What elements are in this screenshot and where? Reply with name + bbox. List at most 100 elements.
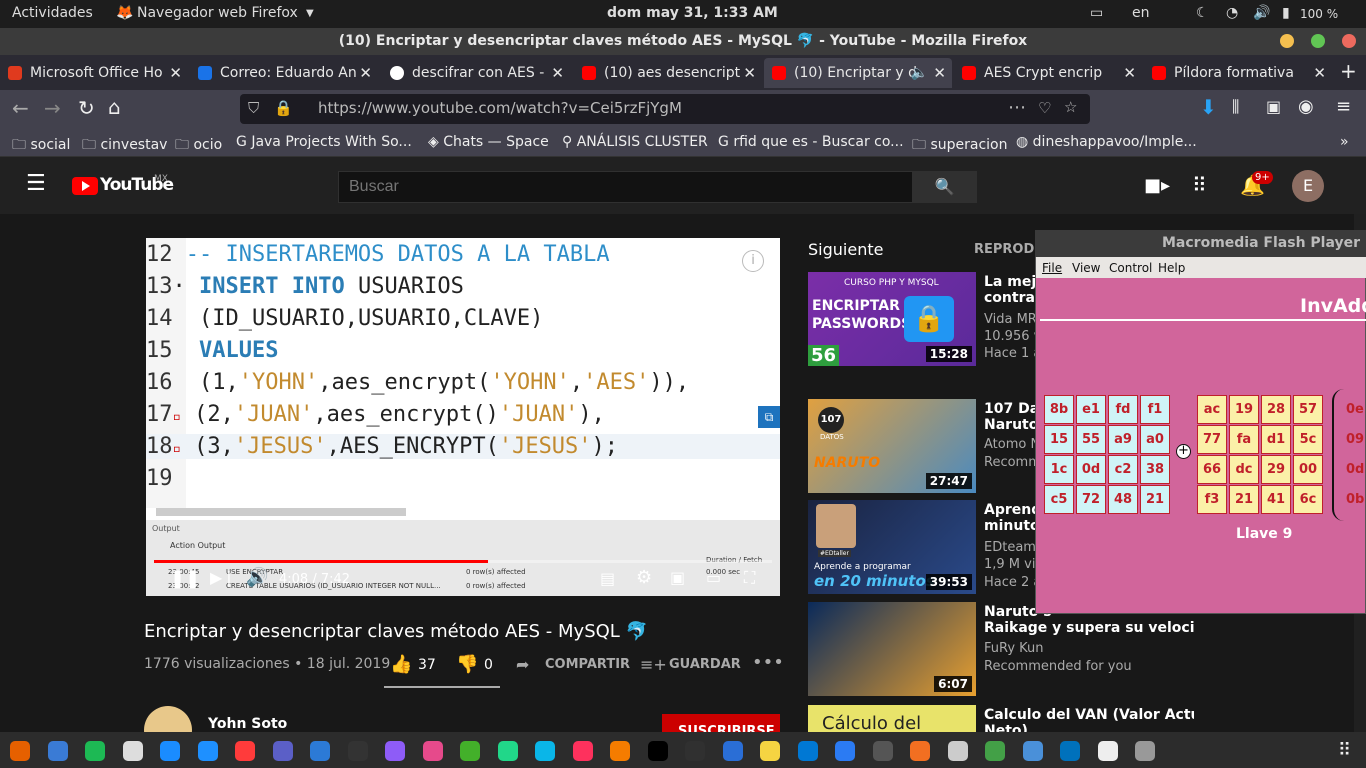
screen-recorder-icon[interactable] xyxy=(235,741,255,761)
close-icon[interactable]: ✕ xyxy=(933,58,946,88)
document-icon[interactable] xyxy=(1060,741,1080,761)
battery-label[interactable]: 100 % xyxy=(1300,7,1338,21)
like-icon[interactable]: 👍 xyxy=(390,654,412,675)
url-bar[interactable]: ⛉ 🔒 https://www.youtube.com/watch?v=Cei5… xyxy=(240,94,1090,124)
bookmark-ocio[interactable]: 🗀 ocio xyxy=(175,134,222,158)
pycharm-icon[interactable] xyxy=(497,741,518,761)
trash-icon[interactable] xyxy=(1135,741,1155,761)
code-scrollbar[interactable] xyxy=(156,508,406,516)
close-icon[interactable]: ✕ xyxy=(1123,58,1136,88)
library-button[interactable]: ⫼ xyxy=(1232,97,1239,117)
rec-title-5[interactable]: Calculo del VAN (Valor Actual Neto) xyxy=(984,707,1194,732)
rec-thumbnail-1[interactable]: CURSO PHP Y MYSQL ENCRIPTAR PASSWORDS 🔒 … xyxy=(808,272,976,366)
tab-descifrar[interactable]: descifrar con AES - ✕ xyxy=(382,58,570,88)
rec-thumbnail-3[interactable]: #EDtaller Aprende a programar en 20 minu… xyxy=(808,500,976,594)
like-count[interactable]: 37 xyxy=(418,657,436,673)
files-icon[interactable] xyxy=(47,741,68,761)
skype-icon[interactable] xyxy=(197,741,218,761)
sidebar-button[interactable]: ▣ xyxy=(1266,97,1281,116)
flash-titlebar[interactable]: Macromedia Flash Player 6 xyxy=(1035,230,1366,278)
dislike-icon[interactable]: 👎 xyxy=(456,654,478,675)
app-menu[interactable]: Navegador web Firefox xyxy=(137,5,298,21)
scanner-icon[interactable] xyxy=(910,741,930,761)
hamburger-menu-icon[interactable]: ☰ xyxy=(26,171,46,196)
menu-file[interactable]: File xyxy=(1042,261,1062,275)
bookmark-chats[interactable]: ◈ Chats — Space xyxy=(428,134,549,150)
mysql-workbench-icon[interactable] xyxy=(835,741,855,761)
rec-thumbnail-5[interactable]: Cálculo del xyxy=(808,705,976,732)
close-icon[interactable]: ✕ xyxy=(1313,58,1326,88)
info-icon[interactable]: i xyxy=(742,250,764,272)
teams-icon[interactable] xyxy=(272,741,293,761)
bookmark-superacion[interactable]: 🗀 superacion xyxy=(912,134,1007,158)
webstorm-icon[interactable] xyxy=(535,741,555,761)
bookmark-cinvestav[interactable]: 🗀 cinvestav xyxy=(82,134,167,158)
channel-name[interactable]: Yohn Soto xyxy=(208,716,287,732)
back-button[interactable]: ← xyxy=(12,96,29,120)
menu-control[interactable]: Control xyxy=(1109,261,1152,275)
clion-icon[interactable] xyxy=(460,741,480,761)
bookmark-cluster[interactable]: ⚲ ANÁLISIS CLUSTER xyxy=(562,134,708,150)
tab-encriptar-active[interactable]: (10) Encriptar y d 🔈 ✕ xyxy=(764,58,952,88)
reload-button[interactable]: ↻ xyxy=(78,96,95,120)
app-store-icon[interactable] xyxy=(160,741,180,761)
maximize-button[interactable] xyxy=(1311,34,1325,48)
bookmark-github[interactable]: ◍ dineshappavoo/Imple... xyxy=(1016,134,1197,150)
language-indicator[interactable]: en xyxy=(1132,5,1150,21)
share-button[interactable]: COMPARTIR xyxy=(545,657,630,672)
intellij-icon[interactable] xyxy=(572,741,593,761)
bookmark-rfid[interactable]: G rfid que es - Buscar co... xyxy=(718,134,904,150)
globe-icon[interactable] xyxy=(985,741,1005,761)
phpstorm-icon[interactable] xyxy=(422,741,443,761)
speaker-icon[interactable]: 🔈 xyxy=(911,58,928,88)
home-button[interactable]: ⌂ xyxy=(108,95,121,119)
bookmarks-overflow-icon[interactable]: » xyxy=(1340,134,1349,150)
tab-pildora[interactable]: Píldora formativa ✕ xyxy=(1144,58,1332,88)
rec-thumbnail-2[interactable]: 107 DATOS NARUTO 27:47 xyxy=(808,399,976,493)
vlc-icon[interactable] xyxy=(610,741,630,761)
rec-thumbnail-4[interactable]: 6:07 xyxy=(808,602,976,696)
bookmark-star-icon[interactable]: ☆ xyxy=(1064,98,1077,116)
more-actions-icon[interactable]: ••• xyxy=(752,652,784,673)
pocket-icon[interactable]: ♡ xyxy=(1038,99,1051,117)
menu-view[interactable]: View xyxy=(1072,261,1100,275)
url-text[interactable]: https://www.youtube.com/watch?v=Cei5rzFj… xyxy=(318,99,682,117)
create-video-icon[interactable]: ■▸ xyxy=(1144,175,1170,196)
dislike-count[interactable]: 0 xyxy=(484,657,493,673)
clock[interactable]: dom may 31, 1:33 AM xyxy=(607,5,778,21)
flash-icon[interactable] xyxy=(1022,741,1043,761)
tab-aes-desencript[interactable]: (10) aes desencript ✕ xyxy=(574,58,762,88)
shield-icon[interactable]: ⛉ xyxy=(248,99,259,117)
tab-office[interactable]: Microsoft Office Ho ✕ xyxy=(0,58,188,88)
apps-grid-icon[interactable]: ⠿ xyxy=(1192,173,1207,197)
close-button[interactable] xyxy=(1342,34,1356,48)
tab-aes-crypt[interactable]: AES Crypt encrip ✕ xyxy=(954,58,1142,88)
save-button[interactable]: GUARDAR xyxy=(669,657,741,672)
share-icon[interactable]: ➦ xyxy=(516,655,529,674)
save-icon[interactable]: ≡+ xyxy=(640,655,667,674)
subtitles-button[interactable]: ▤ xyxy=(600,569,615,588)
brasero-icon[interactable] xyxy=(872,741,893,761)
minimize-button[interactable] xyxy=(1280,34,1294,48)
texstudio-icon[interactable] xyxy=(310,741,330,761)
bookmark-java[interactable]: G Java Projects With So... xyxy=(236,134,412,150)
menu-help[interactable]: Help xyxy=(1158,261,1185,275)
theater-button[interactable]: ▭ xyxy=(706,568,721,587)
chat-icon[interactable]: ▭ xyxy=(1090,5,1103,21)
terminal-icon[interactable] xyxy=(347,741,368,761)
avatar[interactable]: E xyxy=(1292,170,1324,202)
close-icon[interactable]: ✕ xyxy=(169,58,182,88)
bookmark-social[interactable]: 🗀 social xyxy=(12,134,70,158)
spotify-icon[interactable] xyxy=(85,741,105,761)
volume-button[interactable]: 🔊 xyxy=(246,567,268,588)
rhythmbox-icon[interactable] xyxy=(122,741,143,761)
new-tab-button[interactable]: + xyxy=(1340,59,1357,83)
page-actions-icon[interactable]: ⋯ xyxy=(1008,97,1026,118)
miniplayer-button[interactable]: ▣ xyxy=(670,568,685,587)
show-apps-icon[interactable]: ⠿ xyxy=(1338,740,1351,761)
pause-button[interactable]: ❚❚ xyxy=(170,568,200,589)
close-icon[interactable]: ✕ xyxy=(743,58,756,88)
lock-icon[interactable]: 🔒 xyxy=(274,99,293,117)
next-button[interactable]: ▶❘ xyxy=(210,568,236,587)
r-icon[interactable] xyxy=(797,741,818,761)
